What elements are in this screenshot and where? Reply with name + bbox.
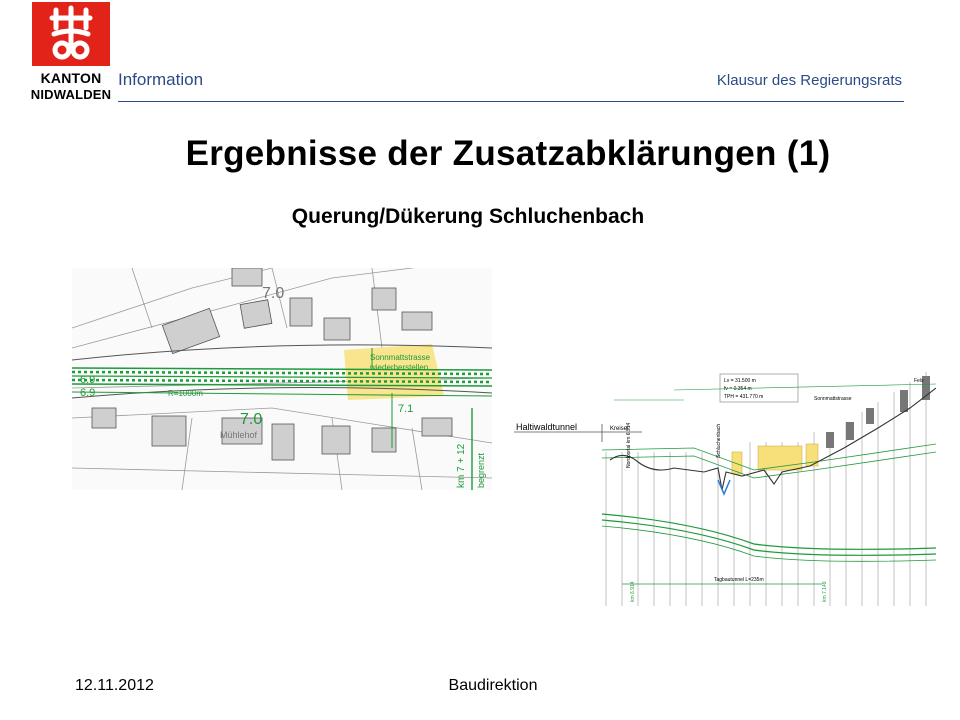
profile-km-start: km 6.914 — [630, 581, 636, 602]
map-km-label-6-9: 6.9 — [80, 374, 95, 386]
profile-creek-label: Schluchenbach — [716, 424, 722, 458]
map-street-label-line2: wiederherstellen — [369, 363, 428, 372]
logo-text-nidwalden: NIDWALDEN — [30, 87, 112, 102]
header-section-label: Information — [118, 70, 204, 89]
profile-portal-label: Nordportal km 6.914 — [626, 422, 632, 468]
map-street-label-line1: Sonnmattstrasse — [370, 353, 431, 362]
site-plan-drawing: 6.9 6.9 7.0 7.0 7.1 R=1000m Sonnmattstra… — [72, 268, 492, 490]
footer-department: Baudirektion — [448, 677, 538, 694]
kanton-logo: KANTON NIDWALDEN — [30, 2, 112, 106]
logo-text-kanton: KANTON — [40, 70, 102, 86]
map-radius-label: R=1000m — [168, 389, 203, 398]
profile-tunnel-label: Haltiwaldtunnel — [516, 422, 577, 432]
map-km-label-7-1: 7.1 — [398, 403, 413, 415]
map-km-label-6-9b: 6.9 — [80, 387, 95, 399]
slide-title: Ergebnisse der Zusatzabklärungen (1) — [185, 134, 831, 173]
profile-drawing: Lv = 31.500 m fv = 0.354 m TPH = 431.770… — [514, 372, 936, 606]
map-km-vertical-label: km 7 + 12 — [456, 443, 467, 488]
longitudinal-profile-figure: Lv = 31.500 m fv = 0.354 m TPH = 431.770… — [514, 372, 936, 606]
site-plan-figure: 6.9 6.9 7.0 7.0 7.1 R=1000m Sonnmattstra… — [72, 268, 492, 490]
map-km-label-7-0: 7.0 — [240, 411, 262, 428]
coat-of-arms-emblem — [32, 2, 110, 66]
header-divider — [118, 101, 904, 102]
header-meeting-label: Klausur des Regierungsrats — [716, 72, 902, 89]
map-km-label-7-0-top: 7.0 — [262, 285, 284, 302]
profile-fels-label: Fels — [914, 378, 924, 384]
profile-param-tph: TPH = 431.770 m — [724, 394, 763, 400]
map-road-vertical-label: begrenzt — [476, 452, 486, 488]
profile-tagbau-label: Tagbautunnel L=235m — [714, 577, 764, 583]
profile-param-lv: Lv = 31.500 m — [724, 378, 756, 384]
slide-subtitle: Querung/Dükerung Schluchenbach — [291, 205, 645, 228]
map-place-label: Mühlehof — [220, 430, 258, 440]
profile-km-end: km 7.149 — [822, 581, 828, 602]
profile-street-label: Sonnmattstrasse — [814, 396, 852, 402]
